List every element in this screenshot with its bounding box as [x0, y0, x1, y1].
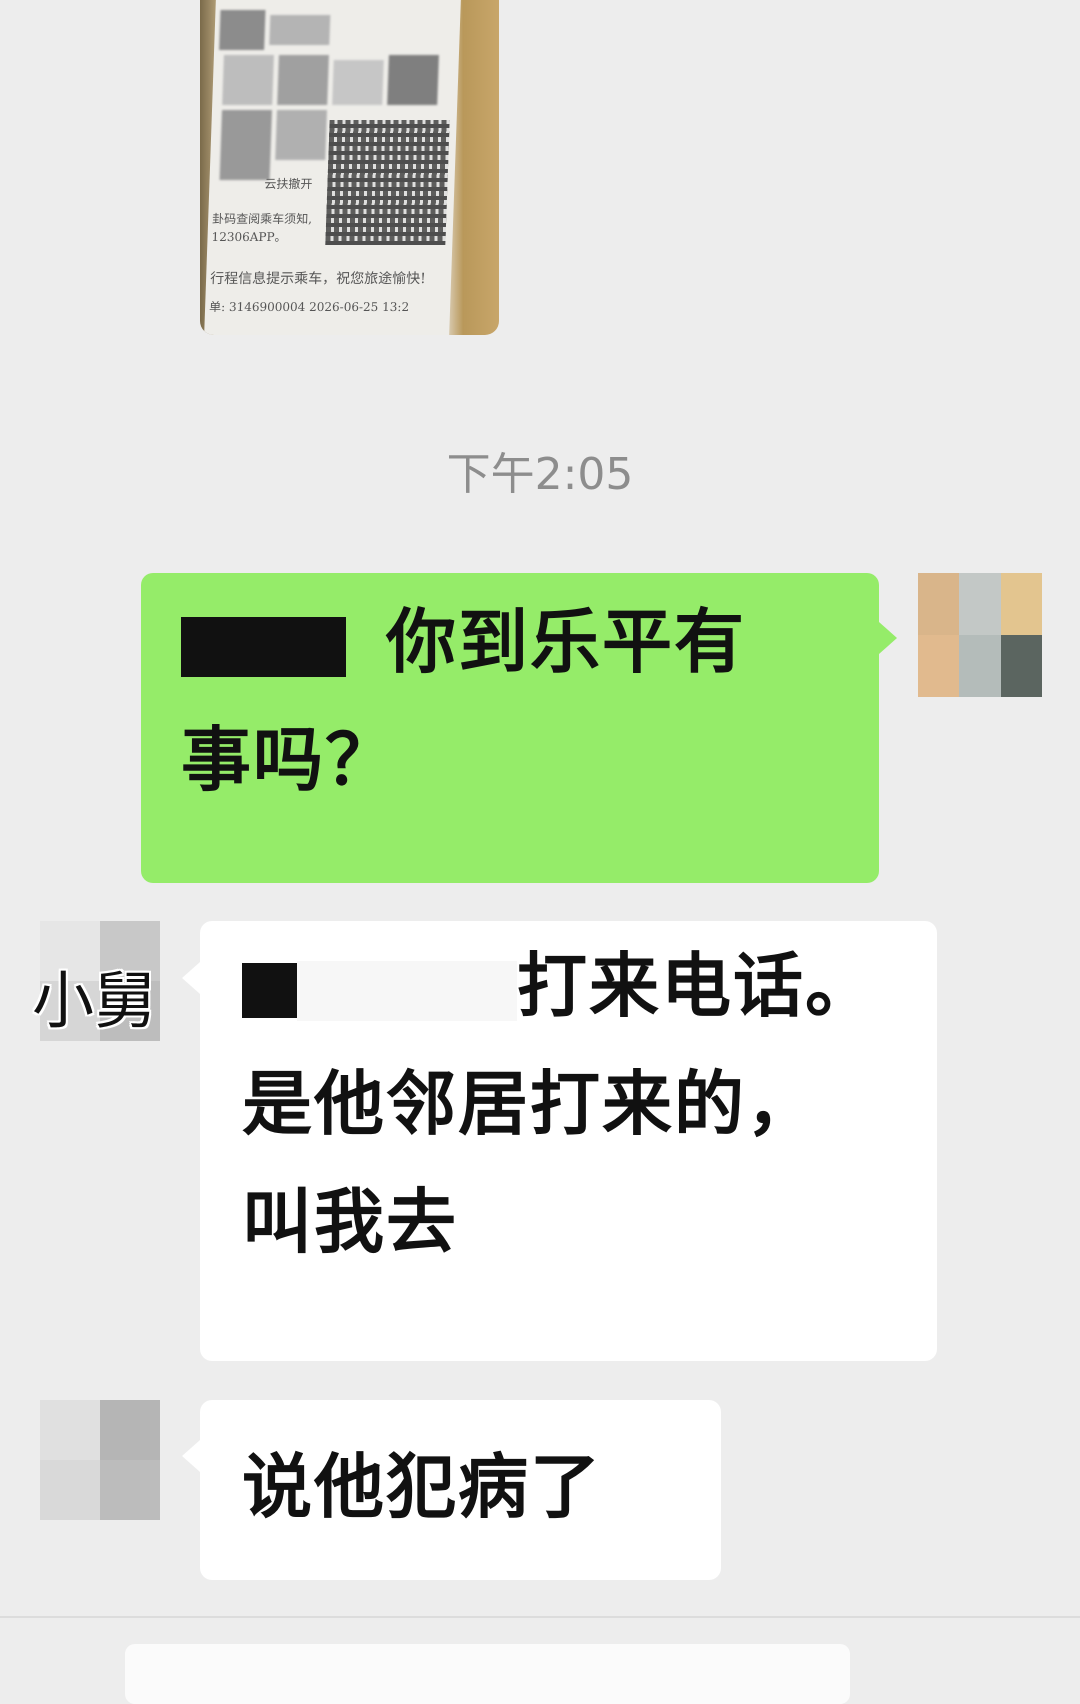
- received-message-text: 说他犯病了: [242, 1446, 602, 1528]
- sent-message-line: 你到乐平有: [181, 583, 839, 701]
- message-timestamp: 下午2:05: [446, 449, 634, 500]
- ticket-line: 单: 3146900004 2026-06-25 13:2: [208, 300, 410, 314]
- received-bubble-tail: [182, 962, 200, 994]
- received-message-bubble[interactable]: 打来电话。 是他邻居打来的， 叫我去: [200, 921, 937, 1361]
- redacted-name: [181, 616, 346, 677]
- redacted-blur: [297, 960, 517, 1021]
- sent-bubble-tail: [879, 622, 897, 654]
- my-avatar[interactable]: [918, 573, 1042, 697]
- ticket-paper: 云扶撤开 卦码查阅乘车须知, 12306APP。 行程信息提示乘车，祝您旅途愉快…: [204, 0, 461, 335]
- contact-name-label: 小舅: [32, 964, 157, 1037]
- message-input[interactable]: [125, 1644, 850, 1704]
- received-message-text: 打来电话。: [517, 945, 877, 1027]
- sent-message-text: 你到乐平有: [386, 601, 746, 683]
- sent-message-text-line2: 事吗？: [181, 719, 397, 801]
- contact-avatar[interactable]: [40, 1400, 160, 1520]
- received-bubble-tail: [182, 1440, 200, 1472]
- qr-code: [325, 120, 450, 245]
- sent-message-bubble[interactable]: 你到乐平有 事吗？: [141, 573, 879, 883]
- shared-ticket-image[interactable]: 云扶撤开 卦码查阅乘车须知, 12306APP。 行程信息提示乘车，祝您旅途愉快…: [200, 0, 499, 335]
- ticket-line: 云扶撤开: [264, 177, 313, 191]
- received-message-bubble[interactable]: 说他犯病了: [200, 1400, 721, 1580]
- ticket-line: 行程信息提示乘车，祝您旅途愉快!: [209, 271, 427, 287]
- divider: [0, 1616, 1080, 1618]
- ticket-line: 12306APP。: [211, 230, 287, 244]
- redacted-name: [242, 963, 297, 1019]
- received-message-text-line3: 叫我去: [242, 1181, 458, 1263]
- received-message-line: 打来电话。: [242, 927, 897, 1045]
- received-message-text-line2: 是他邻居打来的，: [242, 1063, 818, 1145]
- ticket-line: 卦码查阅乘车须知,: [211, 212, 313, 226]
